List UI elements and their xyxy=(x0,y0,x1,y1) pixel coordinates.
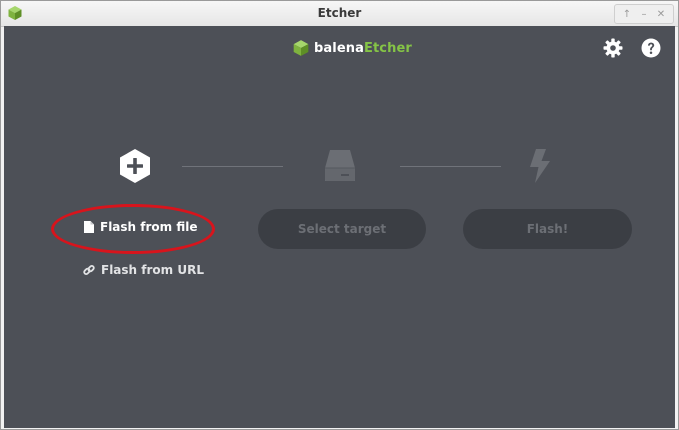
title-bar[interactable]: Etcher ↑ – ✕ xyxy=(1,1,678,27)
balena-etcher-logo: balenaEtcher xyxy=(292,38,412,58)
flash-from-url-button[interactable]: Flash from URL xyxy=(83,263,204,277)
step-connector xyxy=(400,166,501,167)
select-target-button[interactable]: Select target xyxy=(258,209,426,249)
drive-icon xyxy=(325,150,355,181)
etcher-window: Etcher ↑ – ✕ balenaEtcher Flash from fil… xyxy=(0,0,679,430)
logo-accent: Etcher xyxy=(363,40,412,56)
balena-cube-icon xyxy=(293,40,309,56)
link-icon xyxy=(83,264,95,276)
lightning-icon xyxy=(530,149,550,183)
close-button[interactable]: ✕ xyxy=(653,6,669,22)
app-content: balenaEtcher Flash from file Flash from … xyxy=(4,26,675,428)
minimize-icon: – xyxy=(641,8,647,20)
help-icon[interactable] xyxy=(641,38,661,58)
logo-prefix: balena xyxy=(314,40,364,56)
close-icon: ✕ xyxy=(656,8,666,20)
gear-icon[interactable] xyxy=(603,38,623,58)
step-connector xyxy=(182,166,283,167)
window-controls: ↑ – ✕ xyxy=(614,4,674,24)
maximize-icon: ↑ xyxy=(622,8,632,20)
flash-from-url-label: Flash from URL xyxy=(101,263,204,277)
flash-from-file-button[interactable]: Flash from file xyxy=(84,220,197,234)
plus-hexagon-icon xyxy=(120,149,150,183)
flash-button[interactable]: Flash! xyxy=(463,209,632,249)
select-target-label: Select target xyxy=(297,222,387,236)
flash-label: Flash! xyxy=(526,222,569,236)
file-icon xyxy=(84,221,94,233)
window-title: Etcher xyxy=(317,6,362,20)
logo-text: balenaEtcher xyxy=(314,41,412,56)
maximize-button[interactable]: ↑ xyxy=(619,6,635,22)
minimize-button[interactable]: – xyxy=(636,6,652,22)
flash-from-file-label: Flash from file xyxy=(100,220,198,234)
